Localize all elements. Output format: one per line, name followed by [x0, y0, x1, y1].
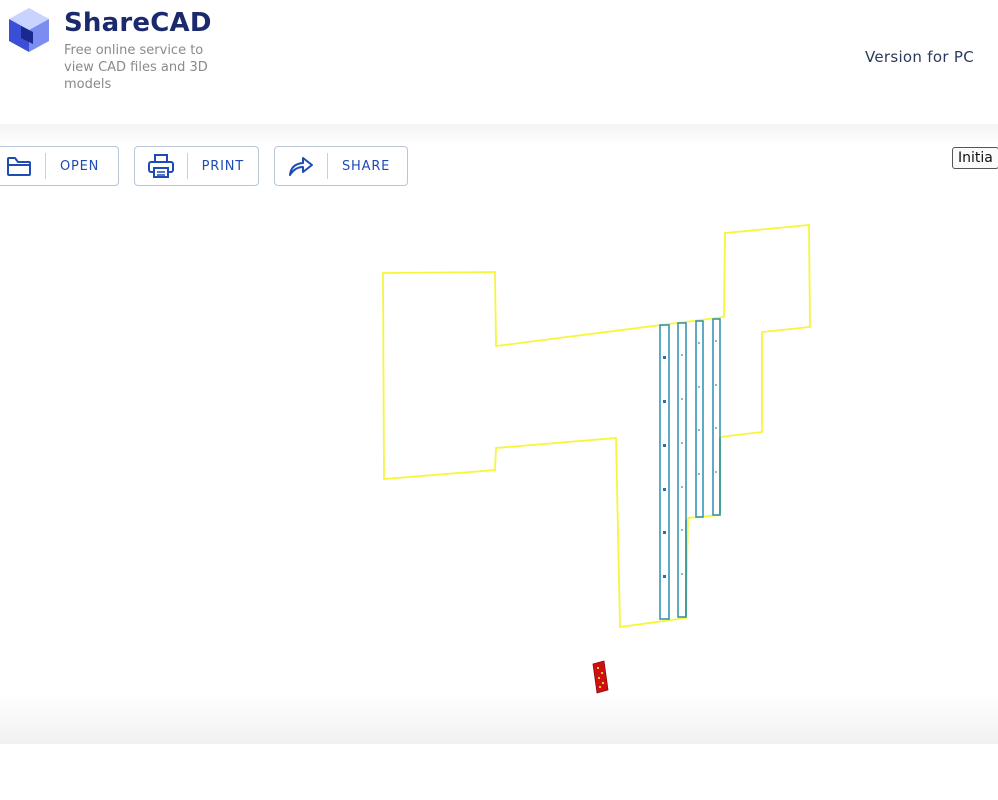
page-footer-area — [0, 744, 998, 800]
brand-tagline: Free online service to view CAD files an… — [64, 43, 208, 92]
sharecad-logo-icon — [9, 8, 49, 52]
version-for-pc-link[interactable]: Version for PC — [865, 48, 974, 66]
share-button[interactable]: SHARE — [274, 146, 408, 186]
print-button-label: PRINT — [201, 158, 244, 174]
app-header: ShareCAD Free online service to view CAD… — [0, 0, 998, 124]
print-button[interactable]: PRINT — [134, 146, 259, 186]
initial-view-button[interactable]: Initia — [952, 147, 998, 169]
cad-viewer-canvas[interactable] — [0, 124, 998, 744]
share-arrow-icon — [275, 147, 327, 185]
brand-name[interactable]: ShareCAD — [64, 8, 212, 38]
open-button-label: OPEN — [60, 158, 100, 174]
share-button-label: SHARE — [342, 158, 391, 174]
printer-icon — [135, 147, 187, 185]
open-button[interactable]: OPEN — [0, 146, 119, 186]
folder-icon — [0, 147, 45, 185]
